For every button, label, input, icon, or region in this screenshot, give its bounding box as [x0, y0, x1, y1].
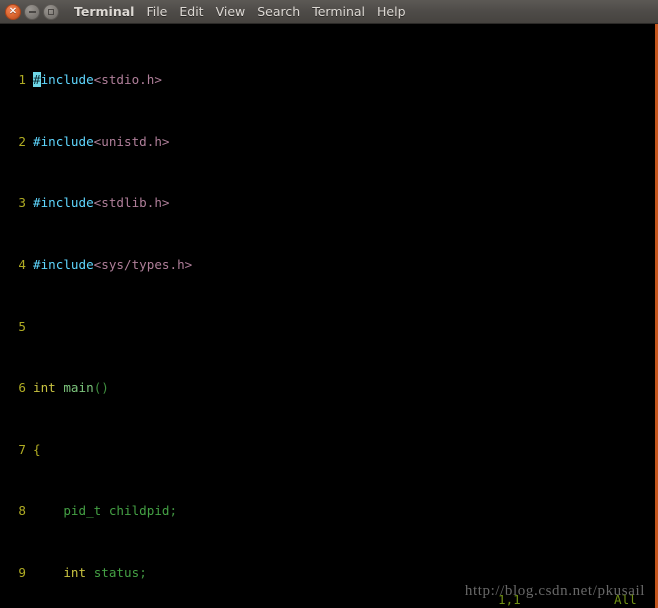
window-controls: ×	[0, 3, 59, 20]
menu-item-search[interactable]: Search	[257, 0, 300, 24]
cursor-position: 1,1	[498, 592, 521, 607]
vim-status-line: 1,1 All	[0, 592, 655, 608]
code-line: 2 #include<unistd.h>	[0, 134, 549, 149]
scroll-indicator: All	[614, 592, 637, 607]
close-button[interactable]: ×	[5, 3, 21, 20]
code-line: 7{	[0, 442, 549, 457]
title-bar: × Terminal File Edit View Search Termina…	[0, 0, 658, 24]
vim-buffer[interactable]: 1 #include<stdio.h> 2 #include<unistd.h> 3…	[0, 26, 549, 608]
line-number: 1	[18, 72, 26, 88]
line-number: 5	[18, 318, 26, 334]
menu-item-view[interactable]: View	[216, 0, 246, 24]
code-line: 9 int status;	[0, 565, 549, 580]
code-line: 5	[0, 319, 549, 334]
line-number: 9	[18, 565, 26, 581]
menu-item-application[interactable]: Terminal	[74, 0, 134, 24]
menu-bar: Terminal File Edit View Search Terminal …	[74, 0, 406, 24]
line-number: 3	[18, 195, 26, 211]
maximize-icon	[48, 8, 54, 15]
line-number: 2	[18, 133, 26, 149]
menu-item-help[interactable]: Help	[377, 0, 406, 24]
maximize-button[interactable]	[43, 3, 59, 20]
menu-item-edit[interactable]: Edit	[179, 0, 203, 24]
terminal-window: × Terminal File Edit View Search Termina…	[0, 0, 658, 608]
line-number: 4	[18, 257, 26, 273]
code-line: 8 pid_t childpid;	[0, 503, 549, 518]
close-icon: ×	[8, 5, 18, 16]
line-number: 7	[18, 441, 26, 457]
minimize-icon	[28, 10, 36, 13]
minimize-button[interactable]	[24, 3, 40, 20]
code-line: 3 #include<stdlib.h>	[0, 195, 549, 210]
code-line: 4 #include<sys/types.h>	[0, 257, 549, 272]
code-line: 1 #include<stdio.h>	[0, 72, 549, 88]
menu-item-terminal[interactable]: Terminal	[312, 0, 365, 24]
code-line: 6 int main()	[0, 380, 549, 395]
menu-item-file[interactable]: File	[146, 0, 167, 24]
line-number: 6	[18, 380, 26, 396]
cursor-block: #	[33, 72, 41, 88]
terminal-content[interactable]: 1 #include<stdio.h> 2 #include<unistd.h> 3…	[0, 24, 658, 608]
line-number: 8	[18, 503, 26, 519]
